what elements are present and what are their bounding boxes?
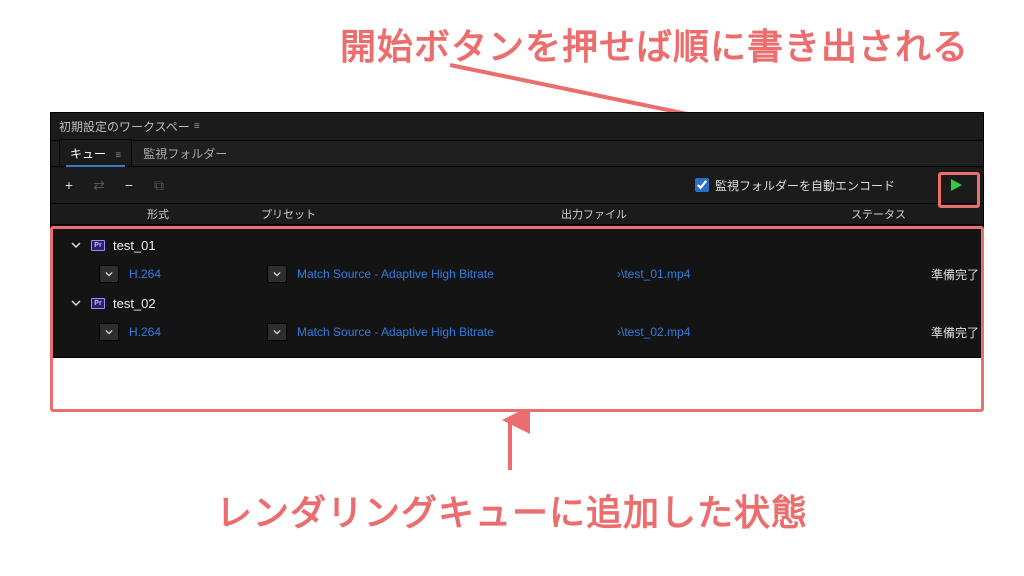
queue-output-row[interactable]: H.264 Match Source - Adaptive High Bitra…: [51, 317, 983, 347]
output-path[interactable]: ›\test_01.mp4: [617, 267, 690, 281]
tab-queue[interactable]: キュー ≡: [59, 139, 132, 166]
premiere-badge-icon: Pr: [91, 298, 105, 309]
queue-group-row[interactable]: Pr test_02: [51, 289, 983, 317]
add-button[interactable]: +: [61, 177, 77, 193]
queue-item-title: test_01: [113, 238, 156, 253]
output-path[interactable]: ›\test_02.mp4: [617, 325, 690, 339]
settings-icon: ⇄: [91, 177, 107, 194]
queue-output-row[interactable]: H.264 Match Source - Adaptive High Bitra…: [51, 259, 983, 289]
col-format: 形式: [51, 206, 251, 222]
premiere-badge-icon: Pr: [91, 240, 105, 251]
status-value: 準備完了: [851, 324, 983, 341]
duplicate-icon: ⧉: [151, 177, 167, 194]
start-queue-button[interactable]: [939, 170, 973, 200]
format-value[interactable]: H.264: [129, 267, 161, 281]
tab-watch-folders[interactable]: 監視フォルダー: [132, 139, 238, 166]
tab-row: キュー ≡ 監視フォルダー: [51, 141, 983, 167]
media-encoder-panel: 初期設定のワークスペー ≡ キュー ≡ 監視フォルダー + ⇄ − ⧉ 監視フォ…: [50, 112, 984, 358]
col-output: 出力ファイル: [551, 206, 811, 222]
auto-encode-checkbox-row[interactable]: 監視フォルダーを自動エンコード: [695, 177, 895, 194]
queue-item-title: test_02: [113, 296, 156, 311]
chevron-down-icon[interactable]: [69, 296, 83, 310]
tab-watch-label: 監視フォルダー: [143, 147, 227, 161]
queue-list: Pr test_01 H.264 Match Source - Adaptive…: [51, 225, 983, 357]
auto-encode-checkbox[interactable]: [695, 178, 709, 192]
preset-dropdown[interactable]: [267, 265, 287, 283]
workspace-label: 初期設定のワークスペー: [59, 118, 190, 135]
workspace-menu-icon[interactable]: ≡: [194, 121, 200, 132]
col-preset: プリセット: [251, 206, 551, 222]
remove-button[interactable]: −: [121, 177, 137, 193]
tab-queue-label: キュー: [70, 147, 106, 161]
col-status: ステータス: [811, 206, 983, 222]
auto-encode-label: 監視フォルダーを自動エンコード: [715, 177, 895, 194]
preset-value[interactable]: Match Source - Adaptive High Bitrate: [297, 267, 494, 281]
tab-menu-icon[interactable]: ≡: [115, 150, 121, 161]
workspace-bar: 初期設定のワークスペー ≡: [51, 113, 983, 141]
column-headers: 形式 プリセット 出力ファイル ステータス: [51, 203, 983, 225]
queue-group-row[interactable]: Pr test_01: [51, 231, 983, 259]
annotation-top: 開始ボタンを押せば順に書き出される: [340, 18, 969, 70]
annotation-bottom: レンダリングキューに追加した状態: [216, 484, 808, 536]
preset-value[interactable]: Match Source - Adaptive High Bitrate: [297, 325, 494, 339]
chevron-down-icon[interactable]: [69, 238, 83, 252]
format-dropdown[interactable]: [99, 265, 119, 283]
preset-dropdown[interactable]: [267, 323, 287, 341]
status-value: 準備完了: [851, 266, 983, 283]
annotation-arrow-bottom: [490, 412, 530, 472]
format-value[interactable]: H.264: [129, 325, 161, 339]
format-dropdown[interactable]: [99, 323, 119, 341]
queue-toolbar: + ⇄ − ⧉ 監視フォルダーを自動エンコード: [51, 167, 983, 203]
